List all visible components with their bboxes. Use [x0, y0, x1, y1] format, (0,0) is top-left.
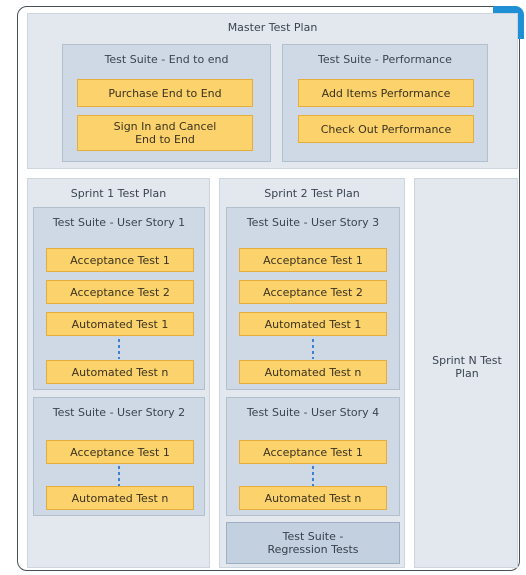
- test-check-out-performance: Check Out Performance: [298, 115, 474, 143]
- acceptance-test-1: Acceptance Test 1: [239, 440, 387, 464]
- acceptance-test-1: Acceptance Test 1: [46, 440, 194, 464]
- suite-user-story-4: Test Suite - User Story 4 Acceptance Tes…: [226, 397, 400, 516]
- sprint-2-title: Sprint 2 Test Plan: [264, 187, 360, 200]
- sprint-n-test-plan-panel: Sprint N Test Plan: [414, 178, 518, 568]
- suite-user-story-1-title: Test Suite - User Story 1: [52, 216, 186, 229]
- test-add-items-performance: Add Items Performance: [298, 79, 474, 107]
- acceptance-test-2: Acceptance Test 2: [46, 280, 194, 304]
- sprint-n-title: Sprint N Test Plan: [432, 354, 502, 380]
- suite-regression-tests: Test Suite - Regression Tests: [226, 522, 400, 564]
- ellipsis-dots: [312, 466, 314, 486]
- ellipsis-dots: [118, 339, 120, 359]
- test-sign-in-cancel: Sign In and Cancel End to End: [77, 115, 253, 151]
- test-purchase-end-to-end: Purchase End to End: [77, 79, 253, 107]
- master-test-plan-title: Master Test Plan: [227, 21, 318, 34]
- suite-user-story-3: Test Suite - User Story 3 Acceptance Tes…: [226, 207, 400, 390]
- suite-end-to-end: Test Suite - End to end Purchase End to …: [62, 44, 271, 162]
- ellipsis-dots: [312, 339, 314, 359]
- automated-test-n: Automated Test n: [46, 360, 194, 384]
- acceptance-test-1: Acceptance Test 1: [239, 248, 387, 272]
- sprint-2-test-plan-panel: Sprint 2 Test Plan Test Suite - User Sto…: [219, 178, 405, 568]
- ellipsis-dots: [118, 466, 120, 486]
- suite-performance: Test Suite - Performance Add Items Perfo…: [282, 44, 488, 162]
- acceptance-test-2: Acceptance Test 2: [239, 280, 387, 304]
- master-test-plan-panel: Master Test Plan Test Suite - End to end…: [27, 13, 518, 169]
- sprint-1-test-plan-panel: Sprint 1 Test Plan Test Suite - User Sto…: [27, 178, 210, 568]
- automated-test-1: Automated Test 1: [46, 312, 194, 336]
- automated-test-1: Automated Test 1: [239, 312, 387, 336]
- suite-user-story-4-title: Test Suite - User Story 4: [246, 406, 380, 419]
- suite-user-story-3-title: Test Suite - User Story 3: [246, 216, 380, 229]
- automated-test-n: Automated Test n: [239, 360, 387, 384]
- acceptance-test-1: Acceptance Test 1: [46, 248, 194, 272]
- automated-test-n: Automated Test n: [239, 486, 387, 510]
- sprint-1-title: Sprint 1 Test Plan: [70, 187, 167, 200]
- suite-user-story-2: Test Suite - User Story 2 Acceptance Tes…: [33, 397, 205, 516]
- suite-user-story-2-title: Test Suite - User Story 2: [52, 406, 186, 419]
- automated-test-n: Automated Test n: [46, 486, 194, 510]
- suite-end-to-end-title: Test Suite - End to end: [104, 53, 229, 66]
- suite-user-story-1: Test Suite - User Story 1 Acceptance Tes…: [33, 207, 205, 390]
- suite-performance-title: Test Suite - Performance: [318, 53, 452, 66]
